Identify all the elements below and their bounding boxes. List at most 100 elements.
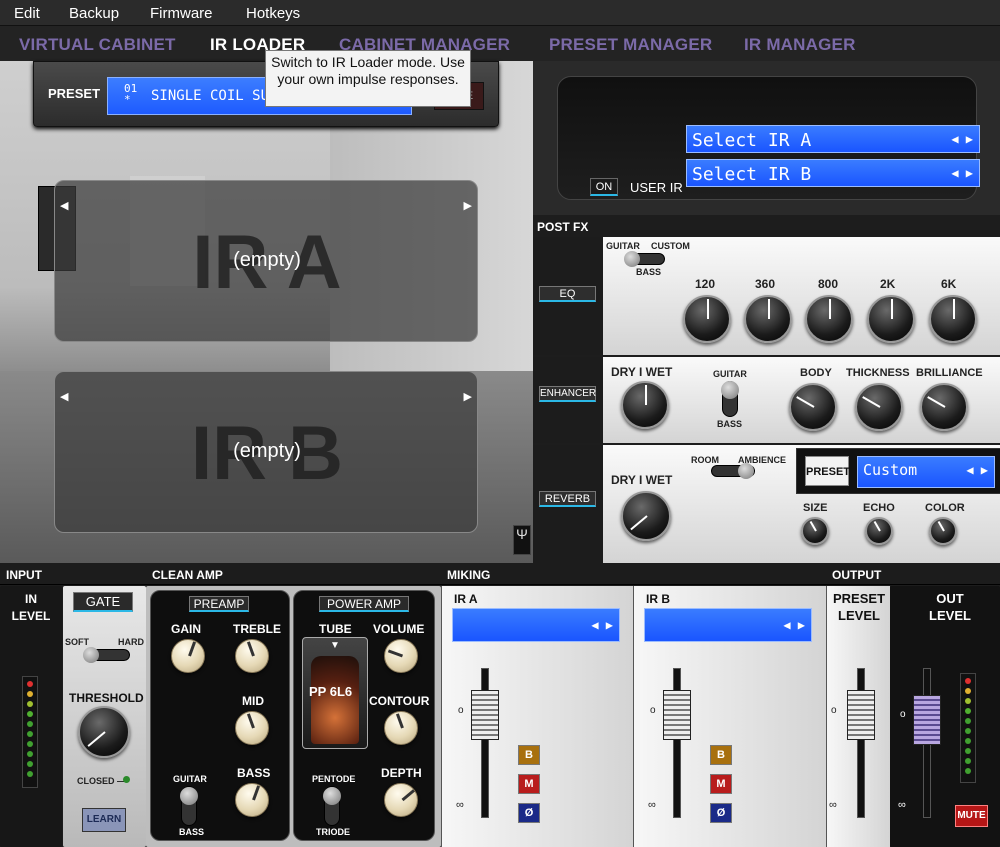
enhancer-drywet-knob[interactable] [621,381,669,429]
menu-firmware[interactable]: Firmware [150,5,213,22]
gate-mode-switch[interactable] [83,647,130,663]
ir-slot-b[interactable]: ◀ ▶ IR B (empty) [54,371,478,533]
gate-button[interactable]: GATE [73,592,133,612]
reverb-preset-arrows-icon[interactable]: ◀ ▶ [966,463,988,477]
tuning-fork-icon[interactable]: Ψ [513,525,531,555]
tooltip: Switch to IR Loader mode. Use your own i… [265,50,471,107]
mic-a-b-button[interactable]: B [518,745,540,765]
power-contour-knob[interactable] [384,711,418,745]
enhancer-thickness-knob[interactable] [855,383,903,431]
preamp-treble-knob[interactable] [235,639,269,673]
tab-virtual-cabinet[interactable]: VIRTUAL CABINET [19,35,176,55]
preset-level-zero-icon: o [831,705,837,716]
menu-edit[interactable]: Edit [14,5,40,22]
power-volume-knob[interactable] [384,639,418,673]
enhancer-brilliance-knob[interactable] [920,383,968,431]
mic-a-select[interactable]: ◀ ▶ [452,608,620,642]
reverb-row: REVERB DRY I WET ROOM AMBIENCE PRESET Cu… [533,445,1000,563]
tube-name: PP 6L6 [309,684,353,699]
output-title: OUTPUT [832,568,882,582]
pentode-triode-switch[interactable] [323,786,341,826]
reverb-preset-display[interactable]: Custom ◀ ▶ [857,456,995,488]
reverb-size-knob[interactable] [801,517,829,545]
eq-360-knob[interactable] [744,295,792,343]
mute-button[interactable]: MUTE [955,805,988,827]
mic-b-m-button[interactable]: M [710,774,732,794]
input-title: INPUT [6,568,42,582]
mic-b-arrows-icon[interactable]: ◀ ▶ [783,618,805,632]
select-ir-b[interactable]: Select IR B ◀ ▶ [686,159,980,187]
enhancer-mode-switch[interactable] [721,381,739,417]
threshold-knob[interactable] [78,706,130,758]
menu-hotkeys[interactable]: Hotkeys [246,5,300,22]
gate-closed-label: CLOSED — [77,776,127,786]
out-level-meter [960,673,976,783]
enhancer-body-knob[interactable] [789,383,837,431]
eq-button[interactable]: EQ [539,286,596,302]
ir-b-prev-icon[interactable]: ◀ [60,390,68,403]
reverb-button[interactable]: REVERB [539,491,596,507]
tab-preset-manager[interactable]: PRESET MANAGER [549,35,712,55]
mic-b-fader[interactable] [663,690,691,740]
preamp-mid-knob[interactable] [235,711,269,745]
amp-title: CLEAN AMP [152,568,223,582]
reverb-color-knob[interactable] [929,517,957,545]
eq-mode-switch[interactable] [624,251,665,267]
gate-hard-label: HARD [118,637,144,647]
mic-channel-b: IR B ◀ ▶ o ∞ B M Ø [633,586,826,847]
select-ir-a[interactable]: Select IR A ◀ ▶ [686,125,980,153]
mic-b-b-button[interactable]: B [710,745,732,765]
select-ir-b-arrows-icon[interactable]: ◀ ▶ [951,166,973,180]
preset-level-fader[interactable] [847,690,875,740]
power-depth-label: DEPTH [381,766,422,780]
mic-a-phase-button[interactable]: Ø [518,803,540,823]
eq-120-knob[interactable] [683,295,731,343]
tab-ir-manager[interactable]: IR MANAGER [744,35,856,55]
reverb-preset-value: Custom [863,461,918,479]
menu-backup[interactable]: Backup [69,5,119,22]
ir-slot-a[interactable]: ◀ ▶ IR A (empty) [54,180,478,342]
mic-a-arrows-icon[interactable]: ◀ ▶ [591,618,613,632]
reverb-echo-knob[interactable] [865,517,893,545]
enhancer-button[interactable]: ENHANCER [539,386,596,402]
reverb-mode-switch[interactable] [711,463,755,479]
tube-label: TUBE [319,622,352,636]
preamp-mode-switch[interactable] [180,786,198,826]
eq-2k-knob[interactable] [867,295,915,343]
power-depth-knob[interactable] [384,783,418,817]
select-ir-b-text: Select IR B [692,164,812,185]
ir-a-prev-icon[interactable]: ◀ [60,199,68,212]
reverb-drywet-knob[interactable] [621,491,671,541]
mic-b-infinity-icon: ∞ [648,799,656,811]
gate-closed-led [123,776,130,783]
menu-bar: Edit Backup Firmware Hotkeys [0,0,1000,26]
reverb-preset-button[interactable]: PRESET [805,456,850,486]
eq-800-knob[interactable] [805,295,853,343]
ir-b-value: (empty) [233,440,301,462]
mic-b-zero-icon: o [650,705,656,716]
select-ir-a-arrows-icon[interactable]: ◀ ▶ [951,132,973,146]
mic-channel-a: IR A ◀ ▶ o ∞ B M Ø [441,586,633,847]
mic-a-fader[interactable] [471,690,499,740]
preamp-title: PREAMP [189,596,249,612]
post-fx-section: POST FX EQ GUITAR CUSTOM BASS 120 360 80… [533,215,1000,563]
preset-modified-marker: * [124,93,131,106]
tube-down-icon[interactable]: ▼ [330,640,340,651]
mic-b-phase-button[interactable]: Ø [710,803,732,823]
eq-6k-knob[interactable] [929,295,977,343]
ir-b-next-icon[interactable]: ▶ [464,390,472,403]
power-amp-panel: POWER AMP TUBE ▼ PP 6L6 VOLUME CONTOUR D… [293,590,435,841]
preamp-mid-label: MID [242,694,264,708]
user-ir-on-button[interactable]: ON [590,178,618,196]
preamp-bass-knob[interactable] [235,783,269,817]
mic-a-m-button[interactable]: M [518,774,540,794]
triode-label: TRIODE [316,827,351,837]
out-level-fader[interactable] [913,695,941,745]
tube-selector[interactable]: ▼ PP 6L6 [302,637,368,749]
learn-button[interactable]: LEARN [82,808,126,832]
ir-a-next-icon[interactable]: ▶ [464,199,472,212]
preamp-bass-mode-label: BASS [179,827,205,837]
preamp-gain-knob[interactable] [171,639,205,673]
eq-mode-bass-label: BASS [636,267,662,277]
mic-b-select[interactable]: ◀ ▶ [644,608,812,642]
